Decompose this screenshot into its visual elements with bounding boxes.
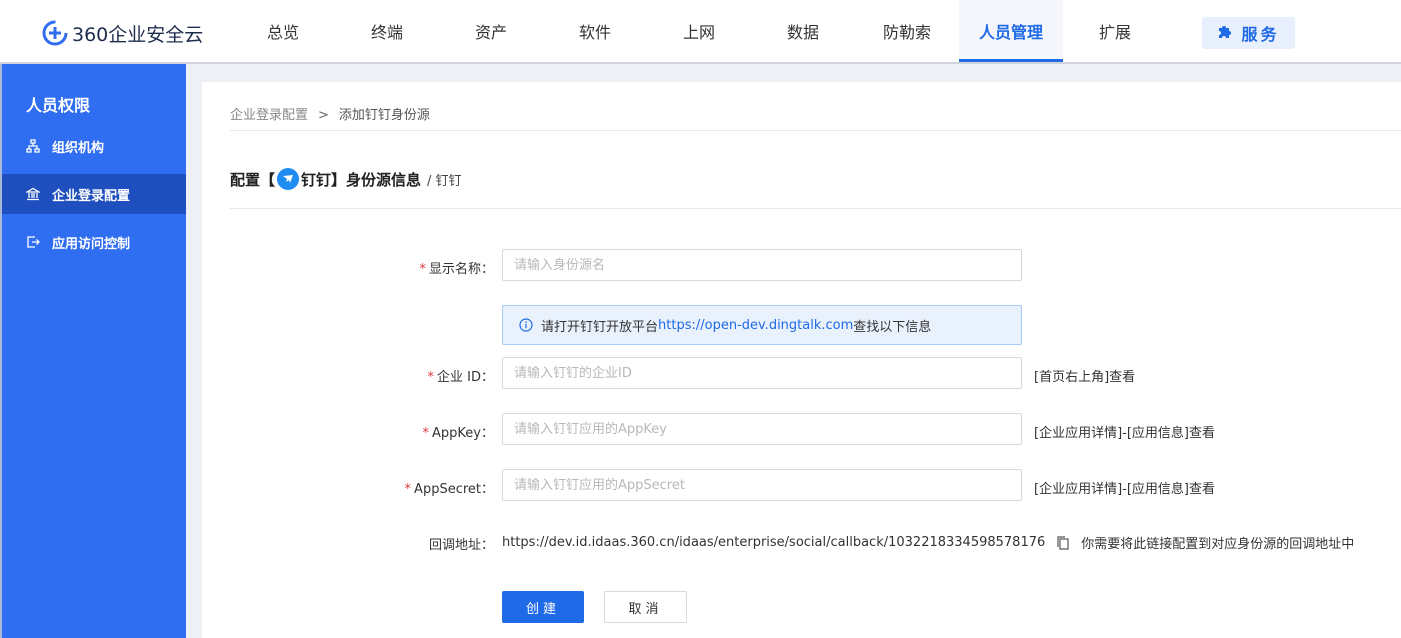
page-subtitle: / 钉钉 — [427, 173, 462, 189]
app-secret-hint: [企业应用详情]-[应用信息]查看 — [1034, 482, 1215, 497]
org-tree-icon — [26, 139, 42, 153]
nav-item-personnel[interactable]: 人员管理 — [959, 0, 1063, 62]
nav-item-software[interactable]: 软件 — [556, 0, 634, 62]
required-mark: * — [422, 426, 430, 441]
dingtalk-platform-link[interactable]: https://open-dev.dingtalk.com — [658, 318, 853, 333]
required-mark: * — [427, 370, 435, 385]
exit-icon — [26, 235, 42, 249]
sidebar-title: 人员权限 — [26, 96, 91, 115]
puzzle-icon — [1217, 23, 1233, 43]
callback-url: https://dev.id.idaas.360.cn/idaas/enterp… — [502, 535, 1046, 550]
nav-item-overview[interactable]: 总览 — [244, 0, 322, 62]
sidebar-item-label: 组织机构 — [52, 140, 105, 156]
service-label: 服务 — [1241, 25, 1280, 44]
nav-item-data[interactable]: 数据 — [764, 0, 842, 62]
nav-item-extensions[interactable]: 扩展 — [1076, 0, 1154, 62]
app-key-input[interactable] — [502, 413, 1022, 445]
required-mark: * — [404, 482, 412, 497]
display-name-label: * 显示名称： — [334, 258, 494, 277]
app-logo[interactable]: 360企业安全云 — [42, 19, 203, 47]
nav-item-assets[interactable]: 资产 — [452, 0, 530, 62]
breadcrumb-separator: > — [318, 108, 329, 123]
breadcrumb-current: 添加钉钉身份源 — [338, 108, 430, 123]
required-mark: * — [419, 262, 426, 277]
app-secret-input[interactable] — [502, 469, 1022, 501]
page-title: 配置【 钉钉 】身份源信息 / 钉钉 — [230, 168, 462, 190]
copy-icon[interactable] — [1057, 535, 1069, 550]
sidebar-item-label: 应用访问控制 — [52, 236, 131, 252]
sidebar-item-organization[interactable]: 组织机构 — [2, 126, 186, 166]
info-text-before: 请打开钉钉开放平台 — [541, 319, 659, 335]
breadcrumb: 企业登录配置 > 添加钉钉身份源 — [230, 104, 430, 123]
logo-text: 360企业安全云 — [72, 23, 204, 46]
page-title-prefix: 配置【 — [230, 170, 276, 189]
info-alert: 请打开钉钉开放平台 https://open-dev.dingtalk.com 查找… — [502, 305, 1022, 345]
page-title-provider: 钉钉 — [301, 170, 332, 189]
sidebar: 人员权限 组织机构 企业登录配置 应用访问控制 — [0, 64, 186, 638]
display-name-input[interactable] — [502, 249, 1022, 281]
sidebar-item-app-access-control[interactable]: 应用访问控制 — [2, 222, 186, 262]
corp-id-input[interactable] — [502, 357, 1022, 389]
title-divider — [230, 208, 1401, 209]
callback-label: 回调地址： — [428, 538, 494, 553]
nav-item-internet[interactable]: 上网 — [660, 0, 738, 62]
sidebar-item-enterprise-login[interactable]: 企业登录配置 — [2, 174, 186, 214]
create-button[interactable]: 创建 — [502, 591, 584, 623]
nav-item-ransomware[interactable]: 防勒索 — [866, 0, 948, 62]
bank-icon — [26, 187, 42, 201]
callback-note: 你需要将此链接配置到对应身份源的回调地址中 — [1081, 537, 1355, 552]
corp-id-hint: [首页右上角]查看 — [1034, 370, 1136, 385]
page-title-suffix: 】身份源信息 — [331, 170, 422, 189]
display-name-label-text: 显示名称： — [428, 262, 494, 277]
app-secret-label: * AppSecret： — [334, 478, 494, 497]
breadcrumb-parent-link[interactable]: 企业登录配置 — [230, 108, 308, 123]
dingtalk-icon — [277, 168, 300, 190]
corp-id-label: * 企业 ID： — [334, 366, 494, 385]
info-icon — [519, 318, 533, 332]
app-secret-label-text: AppSecret： — [414, 482, 494, 497]
logo-mark-icon — [42, 20, 68, 46]
app-key-label-text: AppKey： — [432, 426, 494, 441]
sidebar-item-label: 企业登录配置 — [52, 188, 131, 204]
corp-id-label-text: 企业 ID： — [437, 370, 494, 385]
callback-row: https://dev.id.idaas.360.cn/idaas/enterp… — [502, 533, 1354, 552]
top-navigation-bar: 360企业安全云 总览 终端 资产 软件 上网 数据 防勒索 人员管理 扩展 服… — [0, 0, 1401, 64]
info-text-after: 查找以下信息 — [853, 319, 932, 335]
breadcrumb-divider — [230, 130, 1401, 131]
app-key-label: * AppKey： — [334, 422, 494, 441]
content-card: 企业登录配置 > 添加钉钉身份源 配置【 钉钉 】身份源信息 / 钉钉 * 显示名称：… — [202, 82, 1401, 638]
service-button[interactable]: 服务 — [1202, 17, 1295, 49]
cancel-button[interactable]: 取消 — [604, 591, 687, 623]
app-key-hint: [企业应用详情]-[应用信息]查看 — [1034, 426, 1215, 441]
nav-item-endpoint[interactable]: 终端 — [348, 0, 426, 62]
